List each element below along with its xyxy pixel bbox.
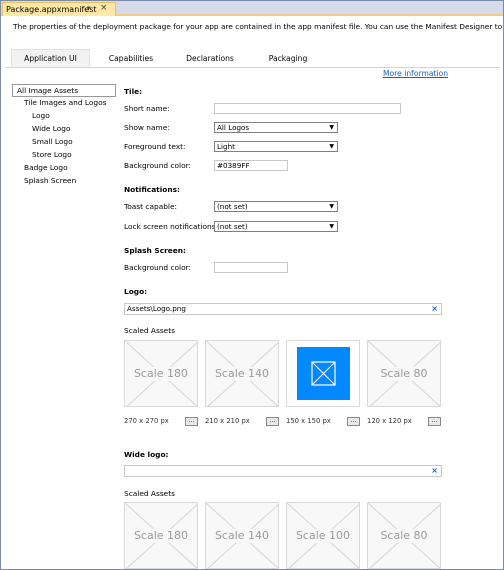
show-name-select[interactable]: All Logos ▼ [214,122,338,133]
asset-scale-label: Scale 180 [125,367,197,381]
asset-size-label: 210 x 210 px [205,417,250,425]
short-name-label: Short name: [124,104,170,113]
splash-background-input[interactable] [214,262,288,273]
wide-logo-asset-scale-140[interactable]: Scale 140 [205,502,279,569]
wide-logo-asset-scale-80[interactable]: Scale 80 [367,502,441,569]
document-tab[interactable]: Package.appxmanifest ▾ × [2,2,116,16]
asset-tree: All Image Assets Tile Images and Logos L… [12,84,118,188]
logo-asset-scale-180[interactable]: Scale 180 [124,340,198,407]
splash-background-label: Background color: [124,263,191,272]
document-tab-strip: Package.appxmanifest ▾ × [1,1,503,16]
short-name-input[interactable] [214,103,401,114]
asset-scale-label: Scale 140 [206,529,278,543]
logo-asset-scale-140[interactable]: Scale 140 [205,340,279,407]
asset-scale-label: Scale 80 [368,529,440,543]
chevron-down-icon: ▼ [329,203,334,210]
tree-item-small-logo[interactable]: Small Logo [12,136,118,149]
asset-size-label: 270 x 270 px [124,417,169,425]
toast-capable-value: (not set) [217,202,248,211]
asset-scale-label: Scale 140 [206,367,278,381]
toast-capable-select[interactable]: (not set) ▼ [214,201,338,212]
browse-button[interactable]: ... [428,417,441,426]
tab-underline [5,67,500,68]
tab-packaging[interactable]: Packaging [257,49,319,67]
asset-size-label: 120 x 120 px [367,417,412,425]
document-tab-title: Package.appxmanifest [6,5,97,14]
chevron-down-icon: ▼ [329,124,334,131]
asset-size-label: 150 x 150 px [286,417,331,425]
tree-item-tile-images-and-logos[interactable]: Tile Images and Logos [12,97,118,110]
toast-capable-label: Toast capable: [124,202,177,211]
notifications-heading: Notifications: [124,185,180,194]
image-placeholder-icon [311,361,336,386]
manifest-description: The properties of the deployment package… [13,22,503,31]
logo-heading: Logo: [124,287,148,296]
tree-item-logo[interactable]: Logo [12,110,118,123]
show-name-label: Show name: [124,123,170,132]
clear-icon[interactable]: × [431,304,438,314]
foreground-text-label: Foreground text: [124,142,186,151]
foreground-text-select[interactable]: Light ▼ [214,141,338,152]
close-icon[interactable]: × [100,3,108,13]
browse-button[interactable]: ... [266,417,279,426]
lock-screen-select[interactable]: (not set) ▼ [214,221,338,232]
logo-asset-scale-80[interactable]: Scale 80 [367,340,441,407]
chevron-down-icon: ▼ [329,143,334,150]
more-information-link[interactable]: More information [383,69,448,78]
manifest-designer-window: Package.appxmanifest ▾ × The properties … [0,0,504,570]
clear-icon[interactable]: × [431,466,438,476]
tree-item-all-image-assets[interactable]: All Image Assets [12,84,116,97]
pin-icon[interactable]: ▾ [87,4,91,12]
show-name-value: All Logos [217,123,250,132]
wide-logo-heading: Wide logo: [124,450,169,459]
tree-item-splash-screen[interactable]: Splash Screen [12,175,118,188]
tab-application-ui[interactable]: Application UI [11,49,90,67]
asset-scale-label: Scale 100 [287,529,359,543]
asset-scale-label: Scale 80 [368,367,440,381]
foreground-text-value: Light [217,142,235,151]
wide-logo-path-input[interactable]: × [124,465,442,477]
splash-screen-heading: Splash Screen: [124,246,186,255]
tile-heading: Tile: [124,87,143,96]
tree-item-wide-logo[interactable]: Wide Logo [12,123,118,136]
lock-screen-label: Lock screen notifications: [124,222,219,231]
background-color-label: Background color: [124,161,191,170]
logo-path-input[interactable]: Assets\Logo.png × [124,303,442,315]
logo-path-value: Assets\Logo.png [127,304,186,313]
background-color-input[interactable]: #0389FF [214,160,288,171]
tab-declarations[interactable]: Declarations [177,49,243,67]
tab-capabilities[interactable]: Capabilities [95,49,167,67]
tree-item-store-logo[interactable]: Store Logo [12,149,118,162]
logo-image-preview [297,347,350,400]
wide-logo-asset-scale-180[interactable]: Scale 180 [124,502,198,569]
browse-button[interactable]: ... [185,417,198,426]
designer-tab-bar: Application UI Capabilities Declarations… [5,49,500,67]
logo-asset-scale-100[interactable] [286,340,360,407]
chevron-down-icon: ▼ [329,223,334,230]
wide-logo-scaled-assets-label: Scaled Assets [124,489,175,498]
logo-scaled-assets-label: Scaled Assets [124,326,175,335]
browse-button[interactable]: ... [347,417,360,426]
tree-item-badge-logo[interactable]: Badge Logo [12,162,118,175]
asset-scale-label: Scale 180 [125,529,197,543]
wide-logo-asset-scale-100[interactable]: Scale 100 [286,502,360,569]
lock-screen-value: (not set) [217,222,248,231]
